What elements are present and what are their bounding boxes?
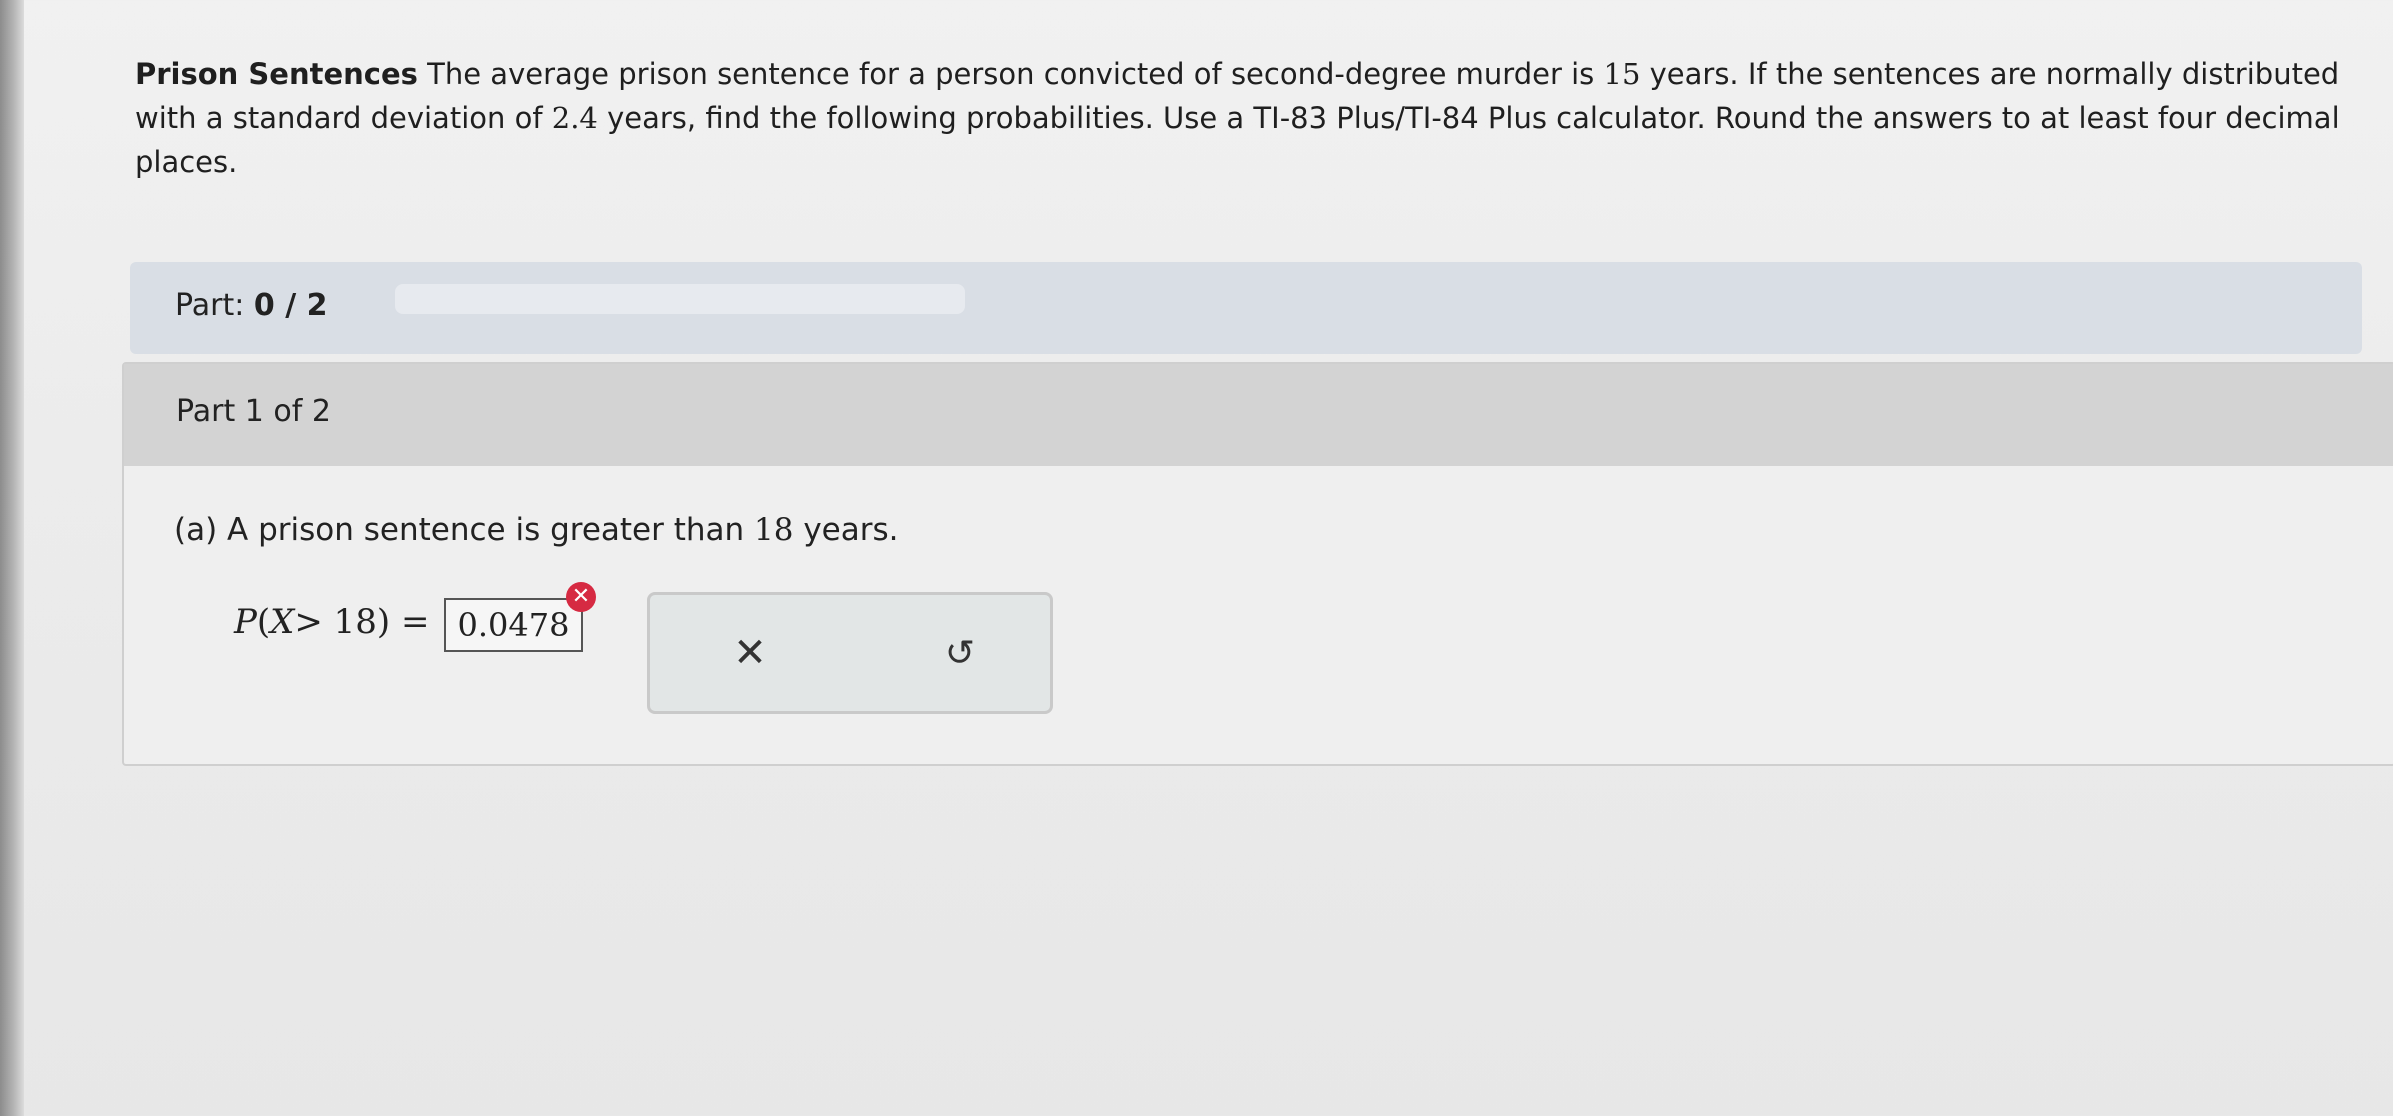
error-x-icon: ✕ — [566, 582, 596, 612]
probability-equation: P(X> 18) = — [234, 602, 430, 642]
answer-action-panel: ✕ ↺ — [647, 592, 1053, 714]
part-progress-separator: / — [274, 288, 307, 323]
part-progress-prefix: Part: — [175, 288, 245, 323]
part-header-label: Part 1 of 2 — [176, 394, 331, 429]
question-prefix: (a) A prison sentence is greater than — [174, 512, 755, 548]
x-icon: ✕ — [733, 631, 767, 675]
part-progress-total: 2 — [306, 288, 328, 323]
question-suffix: years. — [793, 512, 899, 548]
problem-statement: Prison Sentences The average prison sent… — [135, 52, 2355, 184]
problem-mean: 15 — [1603, 57, 1641, 91]
answer-input[interactable]: 0.0478 — [444, 598, 583, 652]
equation-open: ( — [256, 602, 271, 642]
equation-rest: > 18) = — [294, 602, 430, 642]
problem-text-1: The average prison sentence for a person… — [417, 57, 1604, 91]
question-value: 18 — [754, 512, 794, 548]
problem-title: Prison Sentences — [135, 57, 418, 91]
screen-left-edge — [0, 0, 24, 1116]
question-header: Part 1 of 2 — [124, 364, 2393, 466]
question-text: (a) A prison sentence is greater than 18… — [174, 512, 899, 548]
reset-answer-button[interactable]: ↺ — [930, 623, 990, 683]
progress-track — [395, 284, 965, 314]
part-progress-completed: 0 — [253, 288, 275, 323]
question-panel: Part 1 of 2 (a) A prison sentence is gre… — [122, 362, 2393, 766]
part-progress-bar: Part: 0 / 2 — [130, 262, 2362, 354]
clear-answer-button[interactable]: ✕ — [720, 623, 780, 683]
equation-p: P — [234, 602, 257, 642]
undo-icon: ↺ — [944, 632, 976, 673]
equation-var: X — [270, 602, 295, 642]
problem-sd: 2.4 — [551, 101, 598, 135]
part-progress-label: Part: 0 / 2 — [175, 288, 328, 323]
